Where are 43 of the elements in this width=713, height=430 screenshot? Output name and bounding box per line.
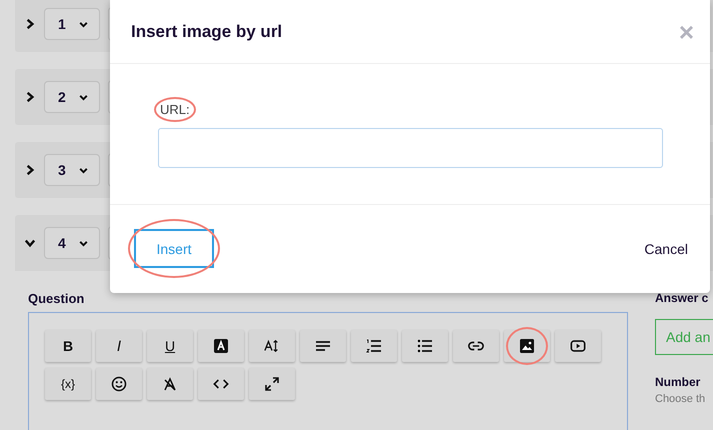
fullscreen-button[interactable] [249, 368, 295, 400]
number-hint: Choose th [655, 393, 706, 405]
question-label: Question [28, 291, 86, 306]
text-color-icon [213, 338, 229, 354]
number-select[interactable]: 4 [44, 227, 100, 259]
formula-button[interactable]: {x} [45, 368, 91, 400]
link-button[interactable] [453, 330, 499, 362]
chevron-icon[interactable] [24, 18, 36, 30]
chevron-icon[interactable] [24, 91, 36, 103]
align-button[interactable] [300, 330, 346, 362]
smiley-icon [111, 376, 127, 392]
underline-button[interactable]: U [147, 330, 193, 362]
video-button[interactable] [555, 330, 601, 362]
bold-button[interactable]: B [45, 330, 91, 362]
cancel-button[interactable]: Cancel [638, 240, 694, 258]
code-button[interactable] [198, 368, 244, 400]
number-select[interactable]: 1 [44, 8, 100, 40]
number-select[interactable]: 2 [44, 81, 100, 113]
font-size-icon [264, 338, 280, 354]
clear-format-button[interactable] [147, 368, 193, 400]
video-icon [570, 338, 586, 354]
italic-button[interactable]: I [96, 330, 142, 362]
chevron-icon[interactable] [24, 237, 36, 249]
bullet-list-button[interactable] [402, 330, 448, 362]
font-size-button[interactable] [249, 330, 295, 362]
number-select[interactable]: 3 [44, 154, 100, 186]
question-editor[interactable]: B I U {x} [28, 312, 628, 430]
url-label: URL: [154, 97, 196, 122]
answer-heading: Answer c [655, 291, 708, 305]
emoji-button[interactable] [96, 368, 142, 400]
bullet-list-icon [417, 338, 433, 354]
expand-icon [264, 376, 280, 392]
clear-format-icon [162, 376, 178, 392]
ordered-list-button[interactable] [351, 330, 397, 362]
image-button[interactable] [504, 330, 550, 362]
text-color-button[interactable] [198, 330, 244, 362]
numbered-list-icon [366, 338, 382, 354]
image-icon [519, 338, 535, 354]
align-left-icon [315, 338, 331, 354]
number-heading: Number [655, 375, 700, 389]
chevron-icon[interactable] [24, 164, 36, 176]
url-input[interactable] [158, 128, 663, 168]
dialog-title: Insert image by url [131, 22, 282, 42]
